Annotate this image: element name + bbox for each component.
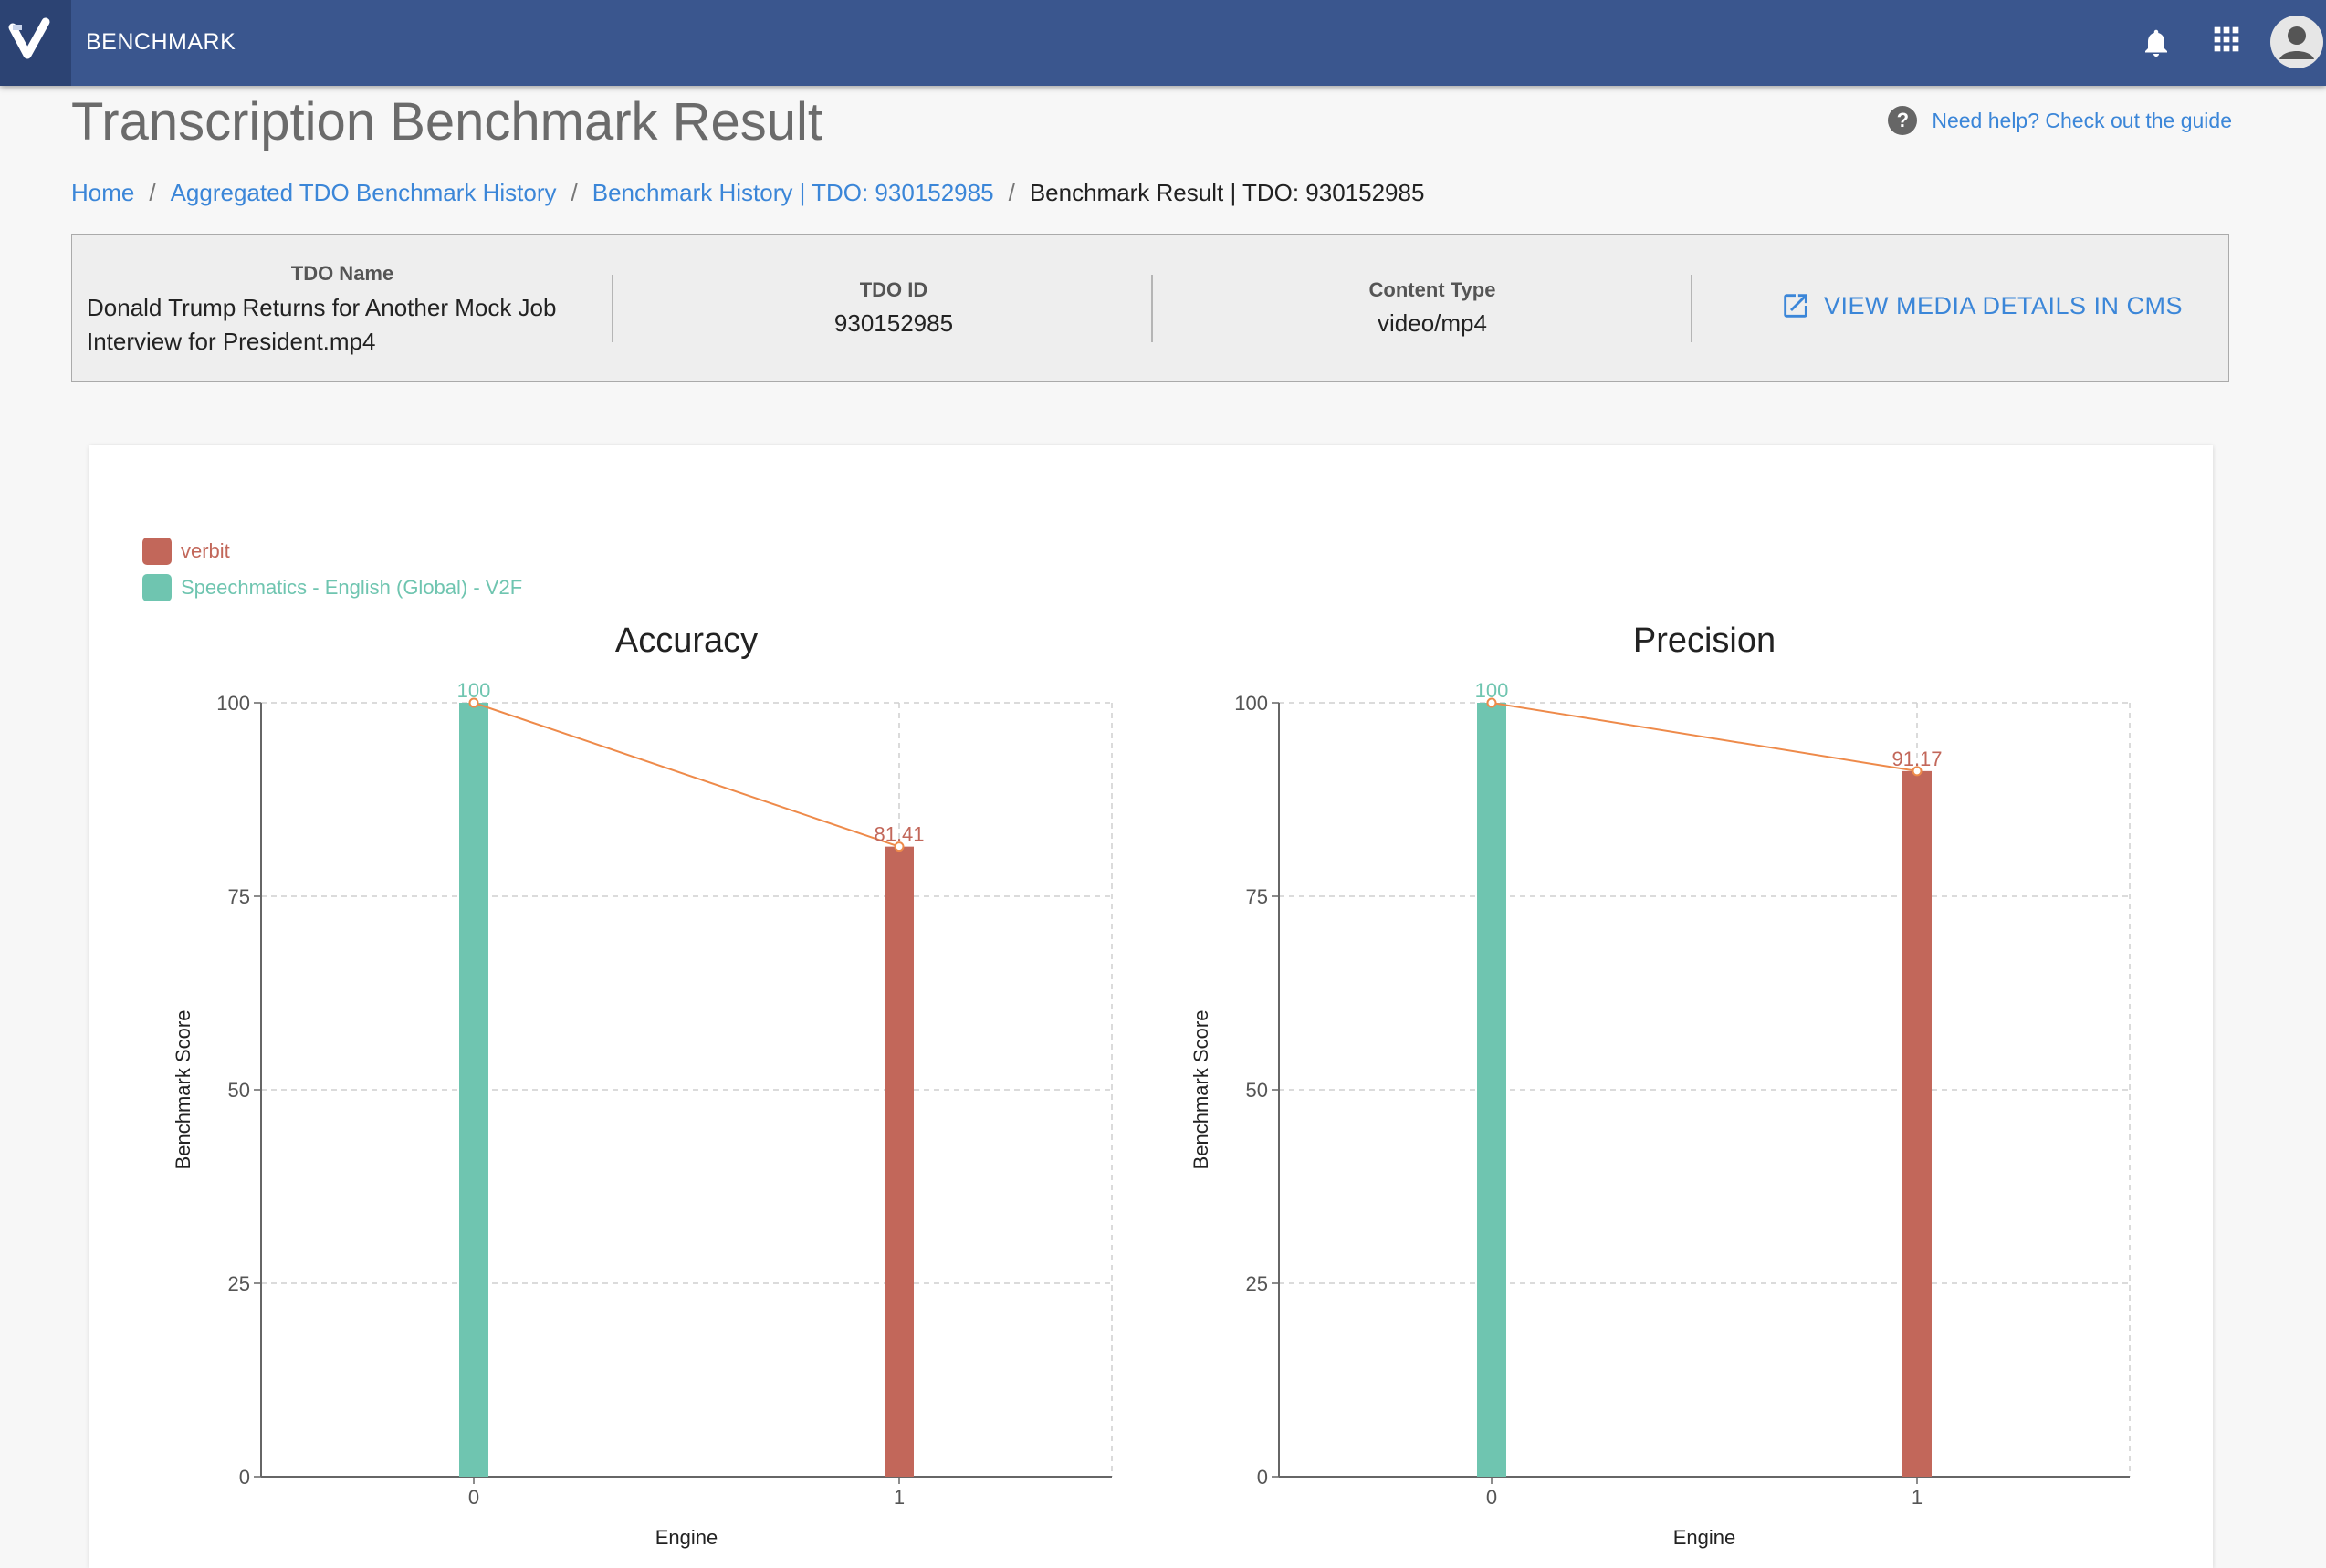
view-media-cms-button[interactable]: VIEW MEDIA DETAILS IN CMS — [1780, 290, 2183, 321]
x-axis-label: Engine — [1673, 1526, 1736, 1549]
breadcrumb-separator: / — [149, 179, 156, 206]
trend-line — [473, 702, 900, 848]
x-tick-label: 1 — [1912, 1486, 1923, 1509]
breadcrumb-benchmark-history[interactable]: Benchmark History | TDO: 930152985 — [592, 179, 994, 206]
notifications-bell-icon[interactable] — [2140, 20, 2173, 66]
data-label: 81.41 — [874, 823, 924, 846]
y-tick-label: 75 — [228, 885, 250, 908]
bar — [459, 703, 488, 1477]
tdo-name-cell: TDO Name Donald Trump Returns for Anothe… — [87, 262, 653, 408]
divider — [612, 275, 613, 342]
data-label: 100 — [1475, 679, 1509, 702]
y-tick-label: 25 — [228, 1272, 250, 1295]
chart-title: Accuracy — [615, 622, 758, 660]
bar — [885, 846, 914, 1477]
chart-legend: verbit Speechmatics - English (Global) -… — [142, 533, 522, 606]
content-type-value: video/mp4 — [1378, 309, 1487, 337]
breadcrumb: Home / Aggregated TDO Benchmark History / Be… — [71, 179, 1424, 207]
y-axis-label: Benchmark Score — [1189, 1010, 1212, 1170]
tdo-id-value: 930152985 — [833, 309, 954, 337]
y-axis-label: Benchmark Score — [172, 1010, 194, 1170]
x-tick-label: 0 — [468, 1486, 479, 1509]
x-tick-label: 0 — [1486, 1486, 1497, 1509]
page-title: Transcription Benchmark Result — [71, 92, 823, 152]
tdo-id-cell: TDO ID 930152985 — [638, 278, 1149, 424]
divider — [1151, 275, 1153, 342]
data-label: 91.17 — [1891, 747, 1942, 770]
tdo-name-label: TDO Name — [290, 262, 394, 285]
y-tick-label: 50 — [228, 1079, 250, 1102]
legend-label: verbit — [181, 539, 230, 562]
breadcrumb-separator: / — [571, 179, 578, 206]
x-tick-label: 1 — [894, 1486, 905, 1509]
y-tick-label: 50 — [1246, 1079, 1268, 1102]
legend-label: Speechmatics - English (Global) - V2F — [181, 576, 523, 599]
y-tick-label: 100 — [216, 692, 250, 715]
y-tick-label: 0 — [1257, 1466, 1268, 1489]
chart-title: Precision — [1633, 622, 1776, 660]
bar — [1477, 703, 1506, 1477]
veritone-logo-icon — [8, 17, 50, 59]
y-tick-label: 75 — [1246, 885, 1268, 908]
content-type-cell: Content Type video/mp4 — [1177, 278, 1688, 424]
tdo-name-value: Donald Trump Returns for Another Mock Jo… — [87, 291, 653, 359]
y-tick-label: 25 — [1246, 1272, 1268, 1295]
y-tick-label: 0 — [239, 1466, 250, 1489]
view-media-cms-label[interactable]: VIEW MEDIA DETAILS IN CMS — [1824, 292, 2183, 320]
help-link-text[interactable]: Need help? Check out the guide — [1932, 109, 2232, 133]
tdo-name-line-1: Donald Trump Returns for Another Mock Jo… — [87, 294, 557, 321]
app-logo[interactable] — [0, 0, 71, 86]
help-link[interactable]: ? Need help? Check out the guide — [1888, 106, 2232, 135]
help-icon: ? — [1888, 106, 1918, 135]
divider — [1691, 275, 1692, 342]
content-type-label: Content Type — [1368, 278, 1496, 301]
user-avatar-icon[interactable] — [2270, 16, 2323, 68]
open-in-new-icon — [1784, 294, 1807, 318]
top-app-bar: BENCHMARK — [0, 0, 2326, 86]
tdo-id-label: TDO ID — [859, 278, 928, 301]
legend-swatch — [142, 538, 172, 565]
app-name: BENCHMARK — [86, 29, 236, 55]
breadcrumb-aggregated-history[interactable]: Aggregated TDO Benchmark History — [171, 179, 557, 206]
legend-item-verbit[interactable]: verbit — [142, 533, 522, 570]
trend-line — [1491, 702, 1918, 772]
breadcrumb-current: Benchmark Result | TDO: 930152985 — [1029, 179, 1425, 206]
accuracy-chart: Accuracy 0 25 50 75 100 0 1 100 81.41 Engine Benchm… — [172, 622, 1113, 1549]
bar — [1902, 770, 1932, 1477]
breadcrumb-separator: / — [1008, 179, 1015, 206]
tdo-name-line-2: Interview for President.mp4 — [87, 328, 376, 355]
legend-item-speechmatics[interactable]: Speechmatics - English (Global) - V2F — [142, 570, 522, 606]
data-label: 100 — [457, 679, 491, 702]
apps-grid-icon[interactable] — [2212, 25, 2241, 54]
x-axis-label: Engine — [655, 1526, 718, 1549]
breadcrumb-home[interactable]: Home — [71, 179, 134, 206]
legend-swatch — [142, 574, 172, 601]
y-tick-label: 100 — [1234, 692, 1268, 715]
precision-chart: Precision 0 25 50 75 100 0 1 100 91.17 Engine Bench… — [1189, 622, 2131, 1549]
